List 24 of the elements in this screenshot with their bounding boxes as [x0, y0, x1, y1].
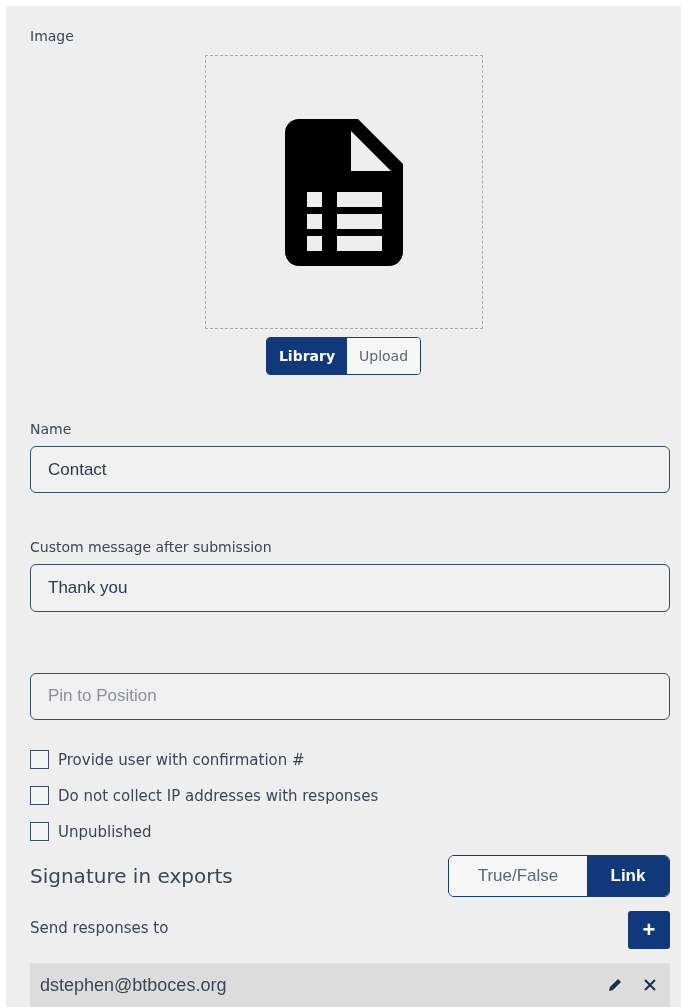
checkbox-label: Provide user with confirmation #	[58, 750, 305, 769]
text-field[interactable]: Thank you	[30, 564, 670, 613]
form-document-icon	[284, 118, 403, 266]
send-responses-label: Send responses to	[30, 919, 169, 938]
edit-icon[interactable]	[608, 978, 622, 993]
add-button[interactable]: +	[628, 911, 670, 950]
signature-option[interactable]: True/False	[449, 856, 587, 897]
close-icon[interactable]	[644, 979, 656, 992]
image-source-tab[interactable]: Upload	[347, 338, 421, 374]
image-drop-area[interactable]	[204, 55, 483, 329]
checkbox-label: Do not collect IP addresses with responses	[58, 786, 379, 805]
image-source-tab[interactable]: Library	[266, 338, 348, 374]
signature-option[interactable]: Link	[587, 856, 669, 897]
signature-label: Signature in exports	[30, 864, 233, 889]
field-label: Custom message after submission	[30, 539, 273, 556]
field-label: Name	[30, 420, 73, 437]
text-field[interactable]: Pin to Position	[30, 672, 670, 721]
image-label: Image	[30, 28, 75, 44]
checkbox-label: Unpublished	[58, 822, 152, 841]
checkbox[interactable]	[30, 786, 49, 806]
checkbox[interactable]	[30, 822, 49, 842]
checkbox[interactable]	[30, 750, 49, 770]
text-field[interactable]: Contact	[30, 445, 670, 494]
recipient-email: dstephen@btboces.org	[40, 974, 228, 996]
